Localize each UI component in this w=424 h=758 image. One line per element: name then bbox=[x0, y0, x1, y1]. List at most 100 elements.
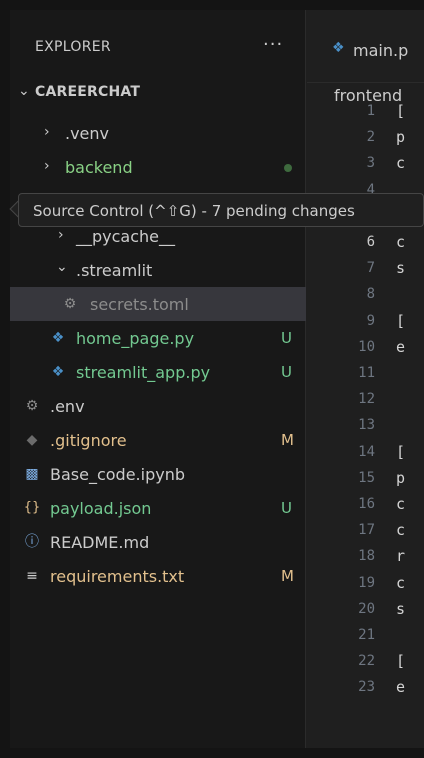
code-line[interactable]: 14 [ bbox=[307, 441, 424, 463]
gear-icon: ⚙ bbox=[63, 296, 77, 312]
tree-item-label: home_page.py bbox=[76, 329, 195, 348]
window-frame-bottom bbox=[0, 748, 424, 758]
more-actions-icon[interactable]: ··· bbox=[263, 34, 283, 55]
code-line[interactable]: 11 bbox=[307, 362, 424, 384]
line-number: 14 bbox=[358, 443, 375, 460]
modified-dot-icon bbox=[284, 164, 292, 172]
line-number: 6 bbox=[366, 234, 375, 250]
chevron-right-icon: › bbox=[58, 227, 64, 243]
code-line[interactable]: 6c bbox=[307, 231, 424, 253]
tree-item-base-code[interactable]: ▩ Base_code.ipynb bbox=[10, 457, 306, 491]
chevron-right-icon: › bbox=[44, 124, 50, 140]
line-number: 13 bbox=[358, 417, 375, 434]
line-number: 9 bbox=[366, 312, 375, 329]
line-number: 10 bbox=[358, 338, 375, 355]
code-text: s bbox=[396, 259, 406, 278]
python-file-icon: ❖ bbox=[51, 364, 65, 380]
code-line[interactable]: 22 [ bbox=[307, 650, 424, 672]
window-frame-top bbox=[0, 0, 424, 10]
notebook-icon: ▩ bbox=[25, 466, 39, 482]
code-line[interactable]: 21 bbox=[307, 624, 424, 646]
code-text: c bbox=[396, 495, 406, 513]
code-line[interactable]: 10 e bbox=[307, 336, 424, 358]
code-line[interactable]: 1[ bbox=[307, 100, 424, 122]
tree-item-venv[interactable]: › .venv bbox=[10, 116, 306, 150]
line-number: 8 bbox=[366, 286, 375, 303]
tree-item-label: payload.json bbox=[50, 499, 152, 518]
source-control-tooltip: Source Control (^⇧G) - 7 pending changes bbox=[18, 193, 424, 227]
tree-item-label: secrets.toml bbox=[90, 295, 189, 314]
code-line[interactable]: 23 e bbox=[307, 676, 424, 698]
untracked-badge: U bbox=[281, 363, 292, 381]
line-number: 11 bbox=[358, 365, 375, 381]
line-number: 19 bbox=[358, 574, 375, 591]
code-text: c bbox=[396, 573, 406, 592]
tree-item-label: .streamlit bbox=[76, 261, 153, 280]
gear-icon: ⚙ bbox=[25, 398, 39, 414]
tree-item-requirements[interactable]: ≡ requirements.txt M bbox=[10, 559, 306, 593]
code-text: [ bbox=[396, 311, 406, 330]
code-text: p bbox=[396, 468, 406, 487]
code-text: p bbox=[396, 128, 406, 147]
tooltip-text: Source Control (^⇧G) - 7 pending changes bbox=[33, 202, 355, 220]
code-line[interactable]: 3c bbox=[307, 152, 424, 174]
code-text: e bbox=[396, 678, 406, 697]
line-number: 17 bbox=[358, 522, 375, 539]
code-line[interactable]: 7s bbox=[307, 257, 424, 279]
tree-item-backend[interactable]: › backend bbox=[10, 150, 306, 184]
code-text: c bbox=[396, 521, 406, 540]
code-line[interactable]: 16 c bbox=[307, 493, 424, 515]
tree-item-label: Base_code.ipynb bbox=[50, 465, 185, 484]
workspace-root-folder[interactable]: ⌄ CAREERCHAT bbox=[10, 82, 306, 104]
code-text: c bbox=[396, 154, 406, 173]
chevron-right-icon: › bbox=[44, 158, 50, 174]
code-text: c bbox=[396, 233, 406, 251]
code-line[interactable]: 15 p bbox=[307, 467, 424, 489]
code-text: e bbox=[396, 337, 406, 356]
info-icon: ⓘ bbox=[25, 534, 39, 550]
line-number: 15 bbox=[358, 469, 375, 486]
tree-item-gitignore[interactable]: ◆ .gitignore M bbox=[10, 423, 306, 457]
editor-area: ❖ main.p frontend 1[2p3c45r6c7s89[10e111… bbox=[307, 10, 424, 748]
code-line[interactable]: 9[ bbox=[307, 310, 424, 332]
code-line[interactable]: 12 bbox=[307, 388, 424, 410]
chevron-down-icon: ⌄ bbox=[18, 83, 30, 99]
code-text: [ bbox=[396, 652, 406, 671]
python-file-icon: ❖ bbox=[332, 40, 345, 56]
untracked-badge: U bbox=[281, 329, 292, 347]
tree-item-payload-json[interactable]: {} payload.json U bbox=[10, 491, 306, 525]
line-number: 3 bbox=[366, 155, 375, 172]
tree-item-label: .env bbox=[50, 397, 85, 416]
code-line[interactable]: 19 c bbox=[307, 572, 424, 594]
text-file-icon: ≡ bbox=[26, 568, 38, 584]
python-file-icon: ❖ bbox=[51, 330, 65, 346]
git-icon: ◆ bbox=[26, 432, 38, 448]
line-number: 18 bbox=[358, 548, 375, 565]
code-line[interactable]: 20 s bbox=[307, 598, 424, 620]
line-number: 21 bbox=[358, 627, 375, 643]
line-number: 12 bbox=[358, 391, 375, 408]
json-icon: {} bbox=[23, 500, 41, 515]
line-number: 16 bbox=[358, 496, 375, 512]
tree-item-label: requirements.txt bbox=[50, 567, 185, 586]
tab-label: main.p bbox=[353, 41, 409, 60]
line-number: 22 bbox=[358, 653, 375, 670]
untracked-badge: U bbox=[281, 499, 292, 517]
explorer-sidebar: EXPLORER ··· ⌄ CAREERCHAT › .venv › back… bbox=[10, 10, 306, 748]
tree-item-streamlit-folder[interactable]: ⌄ .streamlit bbox=[10, 253, 306, 287]
code-text: r bbox=[396, 547, 406, 566]
modified-badge: M bbox=[281, 431, 294, 449]
tree-item-readme[interactable]: ⓘ README.md bbox=[10, 525, 306, 559]
code-line[interactable]: 18 r bbox=[307, 545, 424, 567]
tree-item-secrets-toml[interactable]: ⚙ secrets.toml bbox=[10, 287, 306, 321]
tab-main-py[interactable]: ❖ main.p bbox=[307, 32, 424, 68]
tree-item-label: __pycache__ bbox=[76, 227, 176, 246]
tree-item-home-page[interactable]: ❖ home_page.py U bbox=[10, 321, 306, 355]
code-line[interactable]: 8 bbox=[307, 283, 424, 305]
line-number: 20 bbox=[358, 600, 375, 617]
tree-item-env[interactable]: ⚙ .env bbox=[10, 389, 306, 423]
code-line[interactable]: 2p bbox=[307, 126, 424, 148]
tree-item-streamlit-app[interactable]: ❖ streamlit_app.py U bbox=[10, 355, 306, 389]
code-line[interactable]: 13 bbox=[307, 414, 424, 436]
code-line[interactable]: 17 c bbox=[307, 519, 424, 541]
